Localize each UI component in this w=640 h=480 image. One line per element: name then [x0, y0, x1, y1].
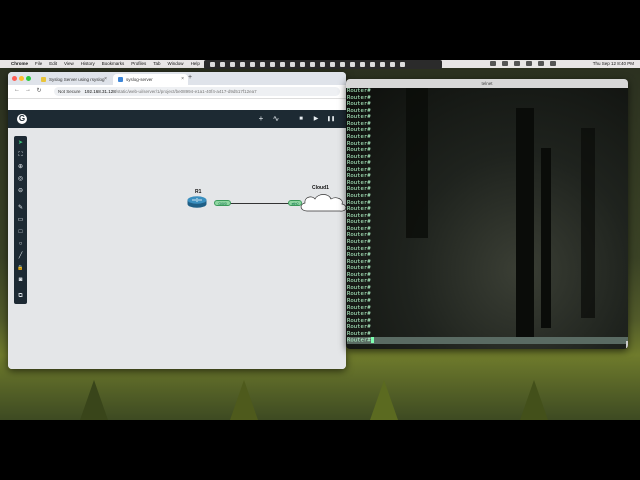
terminal-cursor — [370, 337, 374, 344]
forward-icon[interactable]: → — [24, 87, 32, 93]
maximize-window-icon[interactable] — [26, 76, 31, 81]
tray-icon[interactable] — [502, 61, 508, 66]
menu-edit[interactable]: Edit — [49, 60, 57, 68]
line-icon[interactable]: ╱ — [16, 252, 25, 261]
tab-label: Syslog Server using rsyslog — [49, 77, 105, 82]
letterbox-top — [0, 0, 640, 60]
toolbar-tool-icon[interactable] — [350, 62, 355, 67]
gns3-logo[interactable]: G — [17, 114, 27, 124]
menubar-clock[interactable]: Thu Sep 12 8:40 PM — [593, 60, 634, 68]
add-icon[interactable]: + — [256, 114, 266, 124]
terminal-window: telnet Router# Router# Router# Router# R… — [346, 79, 628, 349]
toolbar-tool-icon[interactable] — [240, 62, 245, 67]
tools-panel: ➤ ⛶ ⊕ ◎ ⊖ ✎ ▭ □ ○ ╱ 🔒 ◙ ⧉ — [14, 136, 27, 304]
toolbar-tool-icon[interactable] — [230, 62, 235, 67]
tab-strip: Syslog Server using rsyslog × syslog-ser… — [8, 72, 346, 85]
toolbar-tool-icon[interactable] — [380, 62, 385, 67]
tab-syslog-server[interactable]: syslog-server × — [113, 74, 188, 85]
toolbar-tool-icon[interactable] — [250, 62, 255, 67]
layers-icon[interactable]: ⧉ — [16, 292, 25, 301]
letterbox-bottom — [0, 420, 640, 480]
security-indicator[interactable]: Not Secure — [58, 89, 81, 94]
toolbar-tool-icon[interactable] — [290, 62, 295, 67]
select-icon[interactable]: ➤ — [16, 139, 25, 148]
toolbar-tool-icon[interactable] — [370, 62, 375, 67]
toolbar-tool-icon[interactable] — [330, 62, 335, 67]
stop-icon[interactable]: ■ — [296, 114, 306, 124]
menu-history[interactable]: History — [81, 60, 95, 68]
toolbar-tool-icon[interactable] — [260, 62, 265, 67]
tray-icon[interactable] — [490, 61, 496, 66]
draw-line-icon[interactable]: ✎ — [16, 204, 25, 213]
reset-zoom-icon[interactable]: ◎ — [16, 175, 25, 184]
browser-window: Syslog Server using rsyslog × syslog-ser… — [8, 72, 346, 369]
url-host: 192.168.31.128 — [84, 89, 116, 94]
toolbar-tool-icon[interactable] — [340, 62, 345, 67]
back-icon[interactable]: ← — [13, 87, 21, 93]
tray-icon[interactable] — [526, 61, 532, 66]
terminal-scrollbar[interactable] — [626, 341, 628, 348]
toolbar-tool-icon[interactable] — [390, 62, 395, 67]
cloud-label[interactable]: Cloud1 — [312, 185, 329, 191]
pause-icon[interactable]: ❚❚ — [326, 114, 336, 124]
menu-bookmarks[interactable]: Bookmarks — [102, 60, 125, 68]
menu-window[interactable]: Window — [168, 60, 184, 68]
favicon-icon — [41, 77, 46, 82]
topology-canvas[interactable] — [8, 128, 346, 369]
browser-toolbar: ← → ↻ Not Secure 192.168.31.128/static/w… — [8, 85, 346, 99]
tab-syslog-tutorial[interactable]: Syslog Server using rsyslog × — [36, 74, 111, 85]
close-window-icon[interactable] — [12, 76, 17, 81]
toolbar-tool-icon[interactable] — [270, 62, 275, 67]
menu-view[interactable]: View — [64, 60, 74, 68]
terminal-output: Router# Router# Router# Router# Router# … — [347, 88, 628, 345]
address-bar[interactable]: Not Secure 192.168.31.128/static/web-ui/… — [54, 87, 340, 96]
reload-icon[interactable]: ↻ — [35, 87, 43, 94]
menu-tab[interactable]: Tab — [153, 60, 160, 68]
port-label-router[interactable]: Gi0/0 — [214, 200, 231, 206]
close-tab-icon[interactable]: × — [104, 76, 107, 82]
tray-icon[interactable] — [550, 61, 556, 66]
toolbar-tool-icon[interactable] — [280, 62, 285, 67]
favicon-icon — [118, 77, 123, 82]
lock-icon[interactable]: 🔒 — [16, 264, 25, 273]
minimize-window-icon[interactable] — [19, 76, 24, 81]
menu-profiles[interactable]: Profiles — [131, 60, 146, 68]
toolbar-tool-icon[interactable] — [310, 62, 315, 67]
menu-file[interactable]: File — [35, 60, 42, 68]
toolbar-tool-icon[interactable] — [400, 62, 405, 67]
activity-icon[interactable]: ∿ — [271, 114, 281, 124]
new-tab-button[interactable]: + — [188, 74, 192, 81]
toolbar-tool-icon[interactable] — [320, 62, 325, 67]
menu-app-name[interactable]: Chrome — [11, 60, 28, 68]
zoom-out-icon[interactable]: ⊖ — [16, 187, 25, 196]
menu-help[interactable]: Help — [191, 60, 200, 68]
start-icon[interactable]: ▶ — [311, 114, 321, 124]
close-tab-icon[interactable]: × — [181, 76, 184, 82]
fit-icon[interactable]: ⛶ — [16, 151, 25, 160]
terminal-title[interactable]: telnet — [346, 79, 628, 88]
router-icon[interactable] — [187, 196, 207, 208]
terminal-prompt: Router# — [347, 337, 371, 344]
tab-label: syslog-server — [126, 77, 153, 82]
toolbar-tool-icon[interactable] — [210, 62, 215, 67]
toolbar-tool-icon[interactable] — [220, 62, 225, 67]
url-path: /static/web-ui/server/1/project/be08994-… — [115, 89, 257, 94]
terminal-prompt-line[interactable]: Router# — [347, 337, 628, 345]
toolbar-tool-icon[interactable] — [300, 62, 305, 67]
status-tray — [490, 61, 556, 66]
circle-icon[interactable]: ○ — [16, 240, 25, 249]
tray-icon[interactable] — [538, 61, 544, 66]
toolbar-tool-icon[interactable] — [360, 62, 365, 67]
annotation-toolbar — [204, 60, 442, 69]
cloud-icon[interactable] — [297, 192, 346, 214]
camera-icon[interactable]: ◙ — [16, 276, 25, 285]
tray-icon[interactable] — [514, 61, 520, 66]
zoom-in-icon[interactable]: ⊕ — [16, 163, 25, 172]
router-label[interactable]: R1 — [195, 189, 201, 195]
square-icon[interactable]: □ — [16, 228, 25, 237]
rectangle-icon[interactable]: ▭ — [16, 216, 25, 225]
